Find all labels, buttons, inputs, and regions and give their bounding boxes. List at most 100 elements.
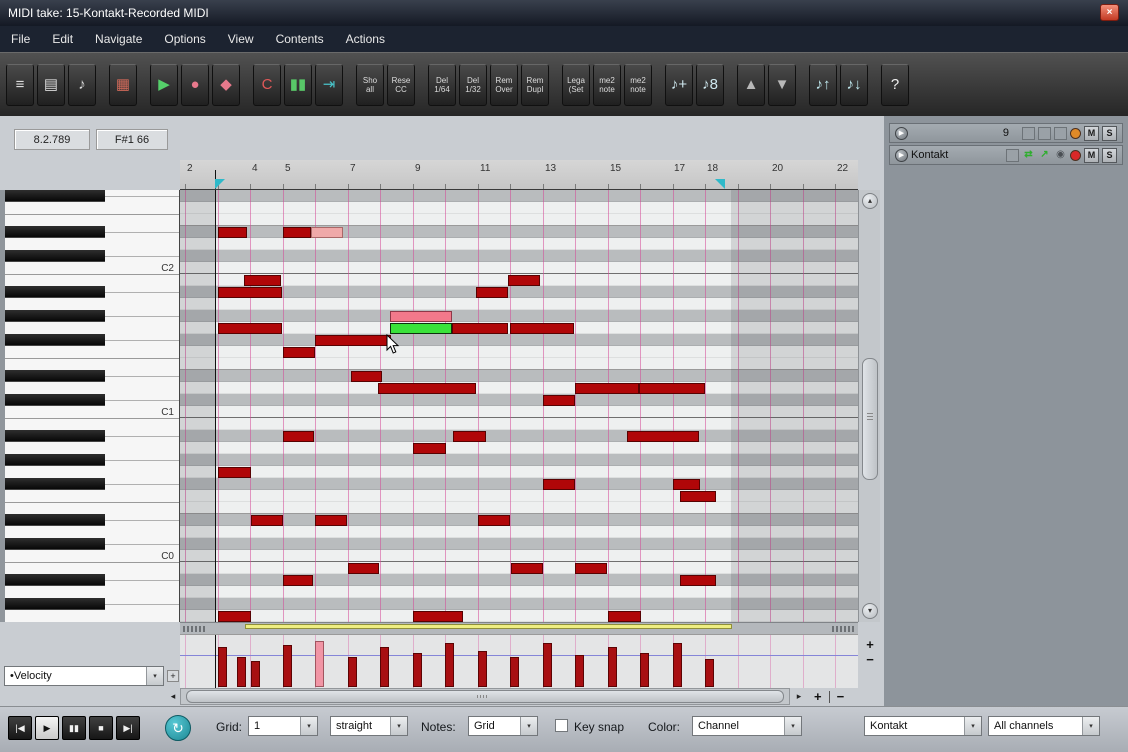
menu-contents[interactable]: Contents — [265, 26, 335, 52]
me2-note-button-1[interactable]: me2 note — [593, 63, 621, 106]
go-start-button[interactable]: |◀ — [8, 716, 32, 740]
timeline-ruler[interactable]: 2 4 5 7 9 11 13 15 17 18 20 22 — [180, 160, 858, 190]
vertical-scroll-thumb[interactable] — [862, 358, 878, 480]
midi-note[interactable] — [452, 323, 508, 334]
black-key[interactable] — [5, 430, 105, 442]
notation-view-button[interactable]: ♪ — [68, 63, 96, 106]
midi-note[interactable] — [510, 323, 574, 334]
midi-note[interactable] — [283, 347, 315, 358]
divider-grip-right[interactable] — [832, 626, 854, 632]
mute-button[interactable]: M — [1084, 147, 1099, 163]
black-key[interactable] — [5, 310, 105, 322]
black-key[interactable] — [5, 538, 105, 550]
stop-button[interactable]: ■ — [89, 716, 113, 740]
black-key[interactable] — [5, 226, 105, 238]
scroll-left-button[interactable] — [166, 690, 180, 703]
close-button[interactable]: × — [1100, 4, 1119, 21]
scroll-down-button[interactable] — [862, 603, 878, 619]
lane-zoom-in-button[interactable]: + — [860, 637, 880, 652]
black-key[interactable] — [5, 394, 105, 406]
del-1-32-button[interactable]: Del 1/32 — [459, 63, 487, 106]
velocity-bar[interactable] — [478, 651, 487, 687]
scroll-right-button[interactable] — [792, 690, 806, 703]
velocity-bar[interactable] — [283, 645, 292, 687]
black-key[interactable] — [5, 286, 105, 298]
dot-green-play-button[interactable]: ▶ — [150, 63, 178, 106]
notes-dropdown[interactable]: Grid — [468, 716, 538, 736]
divider-grip-left[interactable] — [183, 626, 205, 632]
reset-cc-button[interactable]: Rese CC — [387, 63, 415, 106]
triangle-down-button[interactable]: ▼ — [768, 63, 796, 106]
midi-note[interactable] — [218, 323, 282, 334]
receive-icon[interactable]: ⇄ — [1022, 149, 1035, 162]
scroll-up-button[interactable] — [862, 193, 878, 209]
note-rows-button[interactable]: ▤ — [37, 63, 65, 106]
velocity-bar[interactable] — [413, 653, 422, 687]
pause-button[interactable]: ▮▮ — [62, 716, 86, 740]
midi-note[interactable] — [453, 431, 486, 442]
note-up-button[interactable]: ♪↑ — [809, 63, 837, 106]
track-slot-button[interactable] — [1022, 126, 1035, 140]
note-join-button[interactable]: ♪+ — [665, 63, 693, 106]
cc-lane-selector[interactable]: •Velocity — [4, 666, 164, 686]
midi-note[interactable] — [478, 515, 510, 526]
lane-list-button[interactable]: ≡ — [6, 63, 34, 106]
velocity-bar[interactable] — [510, 657, 519, 687]
velocity-bar[interactable] — [673, 643, 682, 687]
midi-note[interactable] — [511, 563, 543, 574]
midi-note[interactable] — [476, 287, 508, 298]
show-all-button[interactable]: Sho all — [356, 63, 384, 106]
black-key[interactable] — [5, 598, 105, 610]
velocity-bar[interactable] — [575, 655, 584, 687]
piano-keyboard[interactable]: C2 C1 C0 — [0, 190, 180, 622]
track-slot-button[interactable] — [1006, 148, 1019, 162]
grid-size-dropdown[interactable]: 1 — [248, 716, 318, 736]
repeat-button[interactable]: ↻ — [165, 715, 191, 741]
track-row[interactable]: Kontakt ⇄↗◉ MS — [889, 145, 1123, 165]
fx-icon[interactable]: ↗ — [1038, 149, 1051, 162]
velocity-lane[interactable] — [180, 634, 858, 688]
menu-file[interactable]: File — [0, 26, 41, 52]
menu-view[interactable]: View — [217, 26, 265, 52]
midi-note[interactable] — [311, 227, 343, 238]
env-icon[interactable]: ◉ — [1054, 149, 1067, 162]
menu-options[interactable]: Options — [153, 26, 216, 52]
velocity-bar[interactable] — [237, 657, 246, 687]
midi-note[interactable] — [575, 563, 607, 574]
lane-divider[interactable] — [180, 622, 858, 634]
grid-type-dropdown[interactable]: straight — [330, 716, 408, 736]
velocity-bar[interactable] — [543, 643, 552, 687]
black-key[interactable] — [5, 478, 105, 490]
midi-note[interactable] — [244, 275, 281, 286]
midi-note[interactable] — [543, 395, 575, 406]
midi-note[interactable] — [390, 311, 452, 322]
solo-button[interactable]: S — [1102, 125, 1117, 141]
velocity-bar[interactable] — [348, 657, 357, 687]
rem-over-button[interactable]: Rem Over — [490, 63, 518, 106]
midi-note[interactable] — [283, 227, 311, 238]
black-key[interactable] — [5, 454, 105, 466]
midi-note[interactable] — [315, 335, 391, 346]
play-button[interactable]: ▶ — [35, 716, 59, 740]
black-key[interactable] — [5, 574, 105, 586]
midi-note[interactable] — [251, 515, 283, 526]
midi-note[interactable] — [608, 611, 641, 622]
midi-note[interactable] — [575, 383, 639, 394]
black-key[interactable] — [5, 250, 105, 262]
midi-note[interactable] — [283, 575, 313, 586]
del-1-64-button[interactable]: Del 1/64 — [428, 63, 456, 106]
black-key[interactable] — [5, 370, 105, 382]
black-key[interactable] — [5, 334, 105, 346]
midi-note[interactable] — [348, 563, 379, 574]
dot-pink-diamond-button[interactable]: ◆ — [212, 63, 240, 106]
velocity-bar[interactable] — [640, 653, 649, 687]
midi-note[interactable] — [413, 443, 446, 454]
cc-red-button[interactable]: C — [253, 63, 281, 106]
midi-note[interactable] — [378, 383, 476, 394]
midi-note[interactable] — [639, 383, 705, 394]
go-end-button[interactable]: ▶| — [116, 716, 140, 740]
mute-button[interactable]: M — [1084, 125, 1099, 141]
midi-note[interactable] — [680, 575, 716, 586]
note-8va-button[interactable]: ♪8 — [696, 63, 724, 106]
horizontal-scrollbar[interactable] — [180, 688, 790, 705]
